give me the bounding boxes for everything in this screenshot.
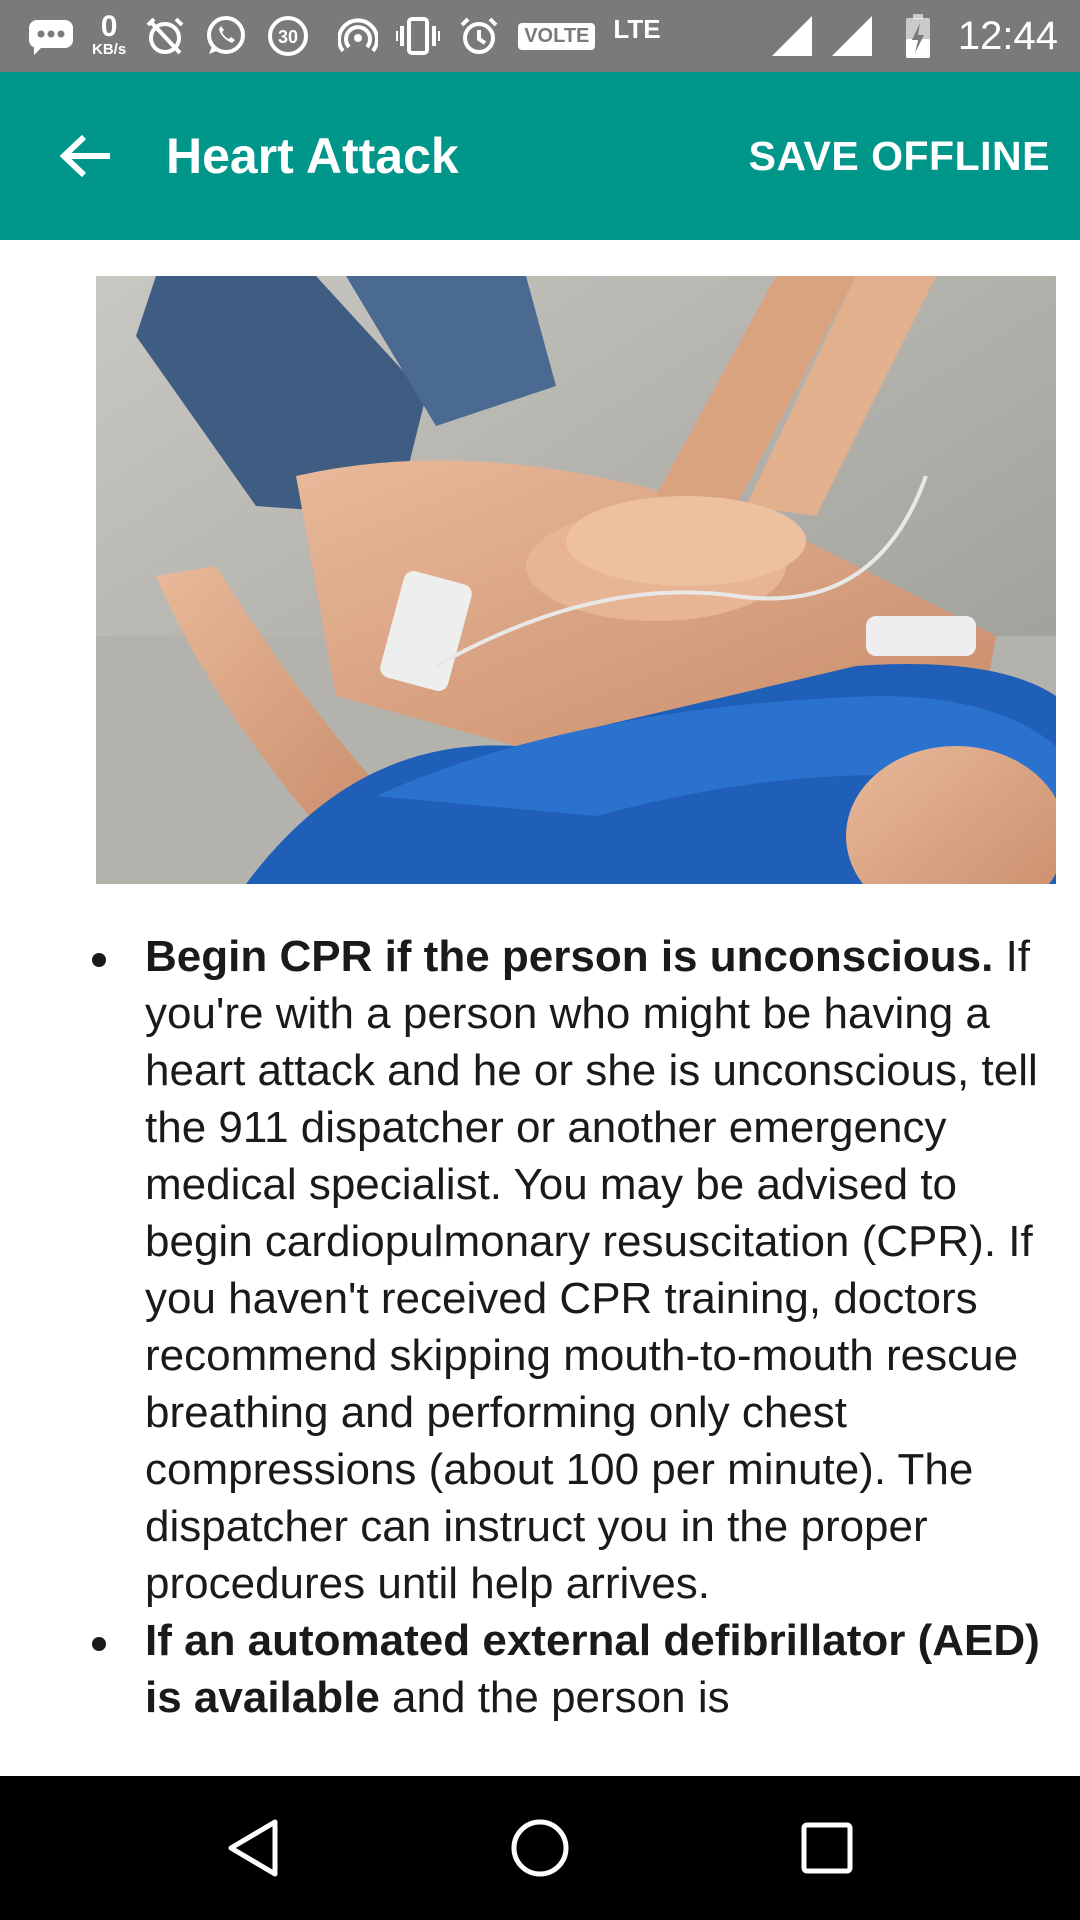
list-item: Begin CPR if the person is unconscious. … [92, 928, 1060, 1612]
arrow-left-icon [60, 134, 110, 178]
signal-icon [830, 14, 874, 58]
step-text: and the person is [379, 1673, 730, 1722]
page-title: Heart Attack [166, 128, 459, 184]
network-speed-unit: KB/s [92, 40, 127, 58]
no-alarm-icon [144, 15, 186, 57]
article-content: Begin CPR if the person is unconscious. … [0, 928, 1080, 1776]
app-bar: Heart Attack SAVE OFFLINE [0, 72, 1080, 240]
chat-bubble-icon [28, 17, 74, 55]
save-offline-button[interactable]: SAVE OFFLINE [749, 128, 1050, 184]
cpr-photo [96, 276, 1056, 884]
whatsapp-icon [204, 14, 248, 58]
clock: 12:44 [957, 13, 1058, 58]
network-speed: 0 KB/s [92, 9, 127, 58]
bullet-icon [92, 953, 106, 967]
signal-icon [770, 14, 814, 58]
hotspot-icon [338, 16, 379, 56]
network-type: LTE [613, 13, 661, 44]
status-bar: 0 KB/s 30 VOLTE LTE 12:44 [0, 0, 1080, 72]
alarm-icon [458, 15, 500, 57]
data-saver-badge: 30 [278, 27, 298, 47]
data-saver-icon: 30 [266, 14, 310, 58]
back-triangle-icon[interactable] [213, 1808, 293, 1888]
first-aid-steps: Begin CPR if the person is unconscious. … [0, 928, 1060, 1726]
network-speed-value: 0 [100, 9, 118, 43]
home-circle-icon[interactable] [500, 1808, 580, 1888]
bullet-icon [92, 1637, 106, 1651]
volte-badge: VOLTE [518, 22, 596, 50]
list-item: If an automated external defibrillator (… [92, 1612, 1060, 1726]
step-text: If you're with a person who might be hav… [145, 932, 1038, 1608]
recents-square-icon[interactable] [787, 1808, 867, 1888]
system-nav-bar [0, 1776, 1080, 1920]
battery-charging-icon [904, 13, 932, 59]
back-button[interactable] [56, 126, 116, 186]
vibrate-icon [396, 16, 441, 56]
step-heading: Begin CPR if the person is unconscious. [145, 932, 994, 981]
